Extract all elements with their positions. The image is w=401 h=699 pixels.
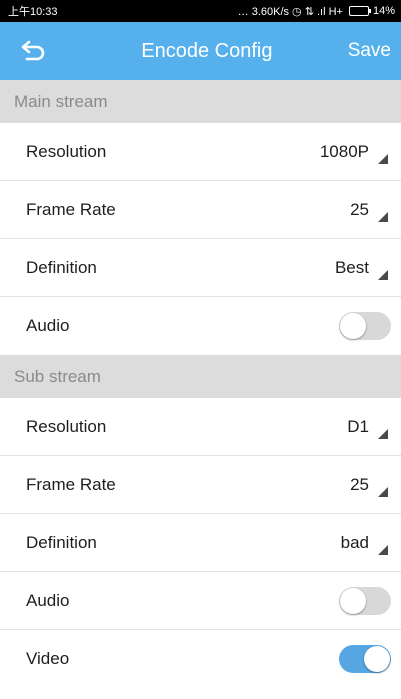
main-definition-row: Definition Best [0,239,401,297]
toggle-knob [364,646,390,672]
sub-resolution-value: D1 [347,416,369,436]
section-header-sub-stream: Sub stream [0,355,401,398]
main-frame-rate-value: 25 [350,199,369,219]
sub-audio-label: Audio [26,590,70,610]
battery-level: 14% [372,5,395,17]
sub-definition-label: Definition [26,532,97,552]
dropdown-corner-icon [378,211,388,222]
main-resolution-value: 1080P [319,141,369,161]
sub-video-label: Video [26,649,70,668]
main-definition-value: Best [334,257,369,277]
status-time: 上午10:33 [8,6,58,18]
dropdown-corner-icon [378,269,388,280]
sub-frame-rate-value: 25 [350,474,369,494]
sub-frame-rate-row: Frame Rate 25 [0,456,401,514]
main-definition-label: Definition [26,257,97,277]
sub-audio-toggle[interactable] [339,586,391,615]
back-button[interactable] [18,31,78,71]
sub-frame-rate-select[interactable]: 25 [311,470,391,500]
save-button[interactable]: Save [348,40,391,62]
sub-audio-row: Audio [0,572,401,630]
sub-definition-select[interactable]: bad [311,528,391,558]
sub-definition-row: Definition bad [0,514,401,572]
toggle-knob [340,587,366,614]
main-audio-label: Audio [26,316,70,335]
dropdown-corner-icon [378,544,388,555]
main-frame-rate-row: Frame Rate 25 [0,181,401,239]
main-resolution-row: Resolution 1080P [0,123,401,181]
sub-frame-rate-label: Frame Rate [26,474,116,494]
sub-video-row: Video [0,630,401,688]
dropdown-corner-icon [378,428,388,439]
status-bar: 上午10:33 … 3.60K/s ◷ ⇅ .ıl H+ 14% [0,0,401,22]
main-resolution-select[interactable]: 1080P [311,137,391,167]
sub-definition-value: bad [340,532,369,552]
main-definition-select[interactable]: Best [311,253,391,283]
main-frame-rate-label: Frame Rate [26,199,116,219]
main-frame-rate-select[interactable]: 25 [311,195,391,225]
main-resolution-label: Resolution [26,141,107,161]
dropdown-corner-icon [378,153,388,164]
dropdown-corner-icon [378,486,388,497]
sub-resolution-label: Resolution [26,416,107,436]
back-arrow-icon [21,40,45,61]
main-audio-row: Audio [0,297,401,355]
toggle-knob [340,313,366,339]
section-header-main-stream: Main stream [0,80,401,123]
sub-video-toggle[interactable] [339,645,391,673]
main-audio-toggle[interactable] [339,312,391,340]
page-title: Encode Config [141,39,273,62]
status-indicators: … 3.60K/s ◷ ⇅ .ıl H+ 14% [238,5,395,18]
sub-resolution-row: Resolution D1 [0,398,401,456]
sub-resolution-select[interactable]: D1 [311,412,391,442]
title-bar: Encode Config Save [0,22,401,80]
network-indicators: … 3.60K/s ◷ ⇅ .ıl H+ [237,5,343,18]
battery-icon [348,6,371,16]
